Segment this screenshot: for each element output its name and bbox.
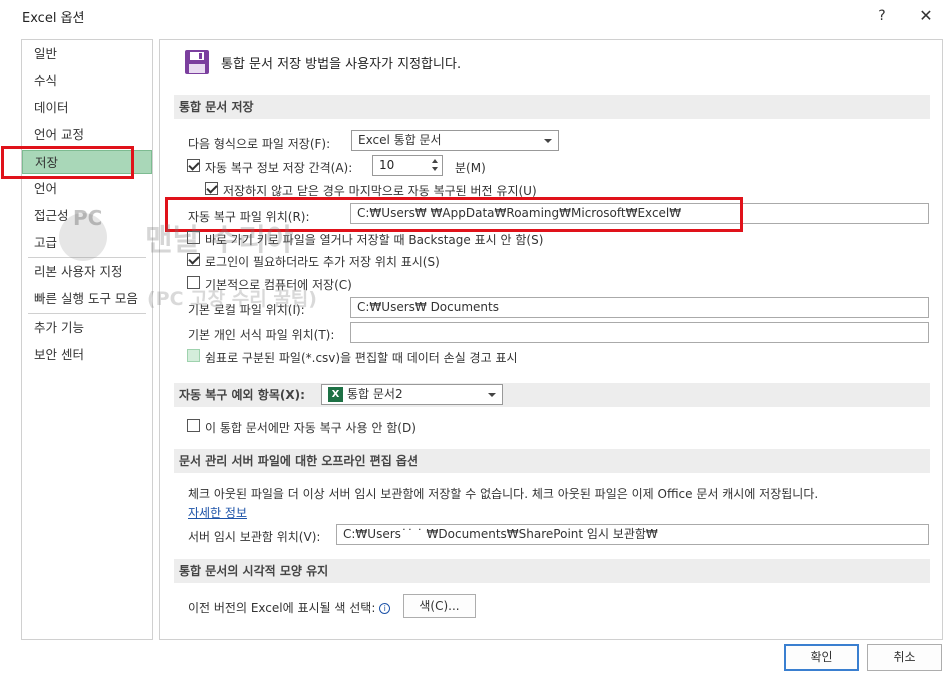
drafts-location-label: 서버 임시 보관함 위치(V): <box>188 530 321 544</box>
chevron-down-icon <box>488 393 496 397</box>
sidebar-item-customize-ribbon[interactable]: 리본 사용자 지정 <box>22 260 152 284</box>
sidebar-item-quick-access-toolbar[interactable]: 빠른 실행 도구 모음 <box>22 287 152 311</box>
save-to-computer-label: 기본적으로 컴퓨터에 저장(C) <box>205 278 352 292</box>
default-local-location-input[interactable]: C:₩Users₩ Documents <box>350 297 929 318</box>
autorecover-checkbox[interactable] <box>187 159 200 172</box>
show-more-locations-label: 로그인이 필요하더라도 추가 저장 위치 표시(S) <box>205 255 440 269</box>
sidebar-item-add-ins[interactable]: 추가 기능 <box>22 316 152 340</box>
colors-label-text: 이전 버전의 Excel에 표시될 색 선택: <box>188 601 376 615</box>
show-more-locations-checkbox[interactable] <box>187 253 200 266</box>
exception-workbook-select[interactable]: X 통합 문서2 <box>321 384 503 405</box>
section-save-workbooks: 통합 문서 저장 <box>174 95 930 119</box>
section-offline-editing: 문서 관리 서버 파일에 대한 오프라인 편집 옵션 <box>174 449 930 473</box>
sidebar-item-accessibility[interactable]: 접근성 <box>22 204 152 228</box>
help-button[interactable]: ? <box>870 4 894 28</box>
keep-last-version-checkbox[interactable] <box>205 182 218 195</box>
colors-label: 이전 버전의 Excel에 표시될 색 선택: i <box>188 599 391 616</box>
sidebar-item-advanced[interactable]: 고급 <box>22 231 152 255</box>
personal-template-label: 기본 개인 서식 파일 위치(T): <box>188 328 335 342</box>
info-icon: i <box>379 603 391 614</box>
main-content: 통합 문서 저장 방법을 사용자가 지정합니다. 통합 문서 저장 다음 형식으… <box>159 39 943 640</box>
sidebar-item-formulas[interactable]: 수식 <box>22 69 152 93</box>
sidebar-separator <box>28 313 146 314</box>
ok-button[interactable]: 확인 <box>784 644 859 671</box>
autorecover-minutes-stepper[interactable]: 10 <box>372 155 443 176</box>
exception-workbook-value: 통합 문서2 <box>347 387 403 401</box>
autorecover-exceptions-label: 자동 복구 예외 항목(X): <box>179 388 305 402</box>
drafts-location-input[interactable]: C:₩Users˙˙ ˙ ₩Documents₩SharePoint 임시 보관… <box>336 524 929 545</box>
save-format-select[interactable]: Excel 통합 문서 <box>351 130 559 151</box>
minutes-label: 분(M) <box>455 161 486 175</box>
backstage-label: 바로 가기 키로 파일을 열거나 저장할 때 Backstage 표시 안 함(… <box>205 233 544 247</box>
disable-autorecover-label: 이 통합 문서에만 자동 복구 사용 안 함(D) <box>205 421 416 435</box>
page-header: 통합 문서 저장 방법을 사용자가 지정합니다. <box>221 57 462 72</box>
spin-up-icon[interactable] <box>432 159 438 163</box>
csv-warning-label: 쉼표로 구분된 파일(*.csv)을 편집할 때 데이터 손실 경고 표시 <box>205 351 518 365</box>
sidebar-item-general[interactable]: 일반 <box>22 42 152 66</box>
backstage-checkbox[interactable] <box>187 231 200 244</box>
save-format-value: Excel 통합 문서 <box>358 133 442 147</box>
save-to-computer-checkbox[interactable] <box>187 276 200 289</box>
excel-icon: X <box>328 387 343 402</box>
offline-description: 체크 아웃된 파일을 더 이상 서버 임시 보관함에 저장할 수 없습니다. 체… <box>188 487 819 501</box>
disable-autorecover-checkbox[interactable] <box>187 419 200 432</box>
window-title: Excel 옵션 <box>22 11 85 26</box>
section-autorecover-exceptions: 자동 복구 예외 항목(X): <box>174 383 930 407</box>
autorecover-label: 자동 복구 정보 저장 간격(A): <box>205 161 353 175</box>
close-button[interactable]: ✕ <box>913 4 939 28</box>
spin-down-icon[interactable] <box>432 167 438 171</box>
sidebar-item-data[interactable]: 데이터 <box>22 96 152 120</box>
autorecover-minutes-value: 10 <box>379 158 395 172</box>
section-visual-appearance: 통합 문서의 시각적 모양 유지 <box>174 559 930 583</box>
chevron-down-icon <box>544 139 552 143</box>
save-format-label: 다음 형식으로 파일 저장(F): <box>188 137 331 151</box>
sidebar-item-trust-center[interactable]: 보안 센터 <box>22 343 152 367</box>
csv-warning-checkbox[interactable] <box>187 349 200 362</box>
save-icon <box>185 50 209 74</box>
sidebar: 일반 수식 데이터 언어 교정 저장 언어 접근성 고급 리본 사용자 지정 빠… <box>21 39 153 640</box>
more-info-link[interactable]: 자세한 정보 <box>188 504 247 521</box>
cancel-button[interactable]: 취소 <box>867 644 942 671</box>
colors-button[interactable]: 색(C)... <box>403 594 476 618</box>
highlight-box-save-nav <box>1 146 134 179</box>
sidebar-separator <box>28 257 146 258</box>
default-local-location-label: 기본 로컬 파일 위치(I): <box>188 303 305 317</box>
sidebar-item-proofing[interactable]: 언어 교정 <box>22 123 152 147</box>
personal-template-input[interactable] <box>350 322 929 343</box>
highlight-box-autorecover-location <box>165 197 743 232</box>
excel-options-dialog: Excel 옵션 ? ✕ 일반 수식 데이터 언어 교정 저장 언어 접근성 고… <box>0 0 950 678</box>
sidebar-item-language[interactable]: 언어 <box>22 177 152 201</box>
